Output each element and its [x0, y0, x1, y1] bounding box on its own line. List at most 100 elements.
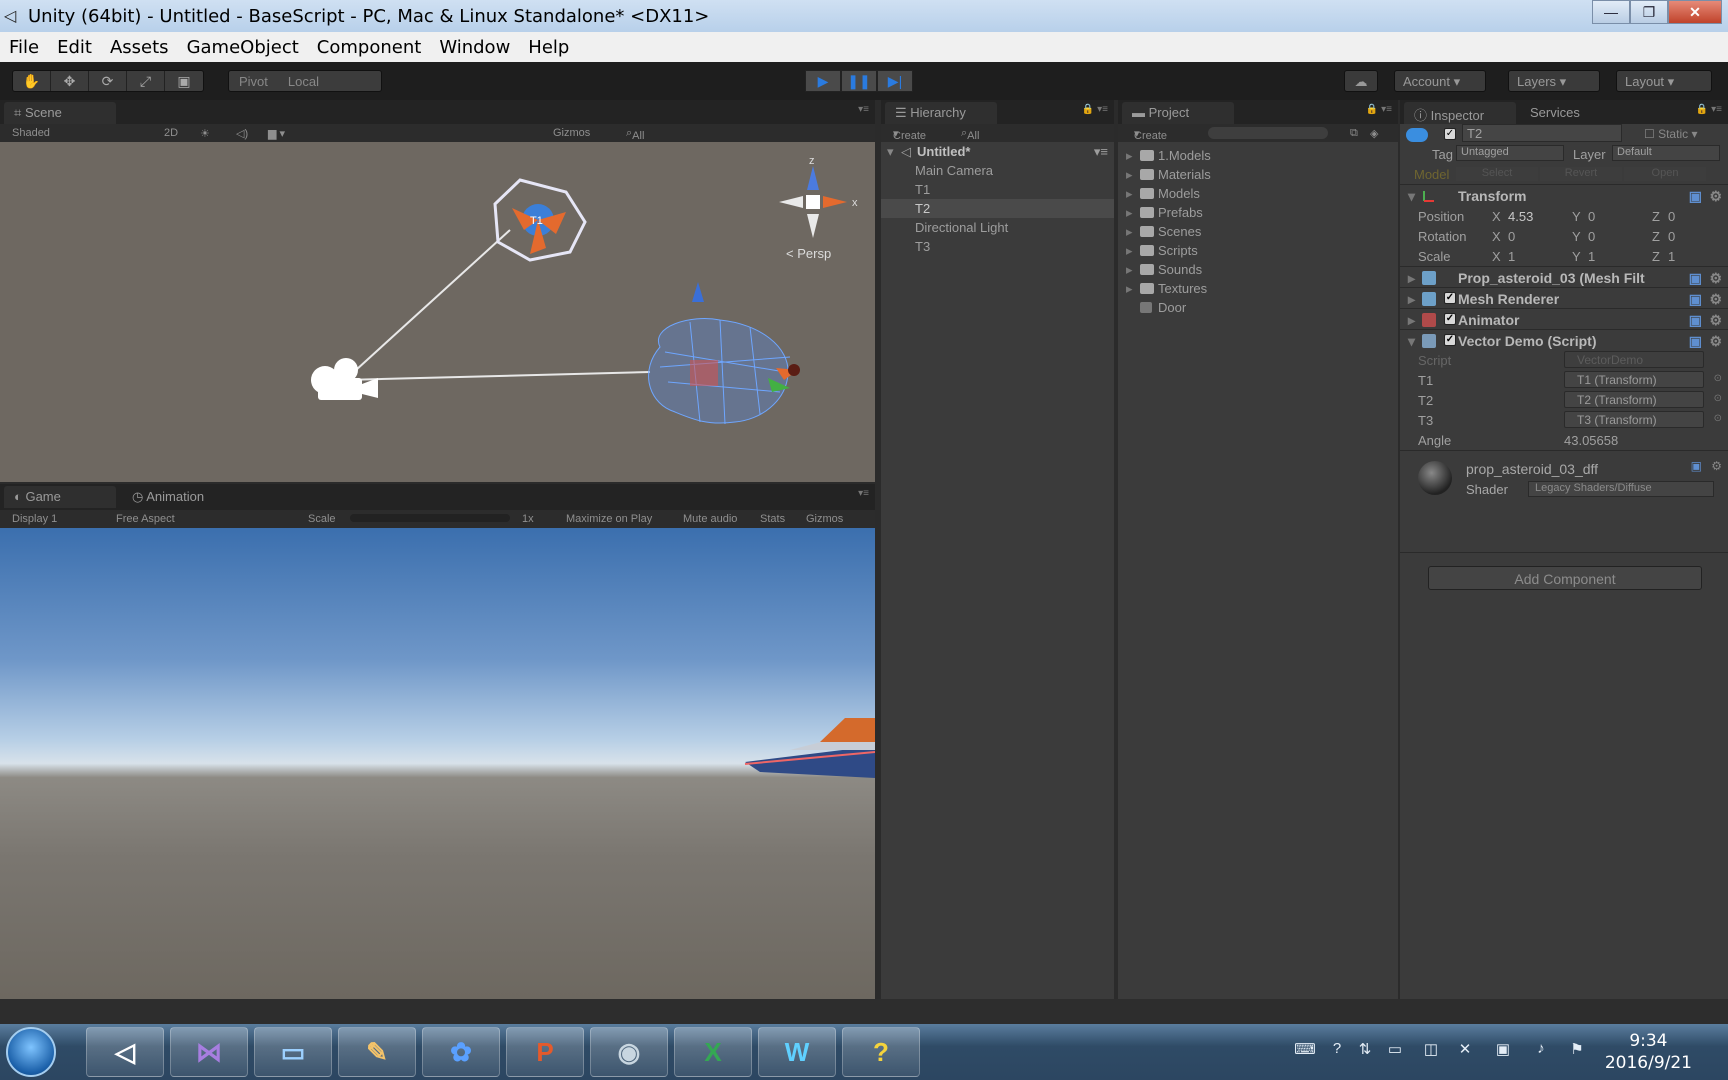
display-dropdown[interactable]: Display 1 — [12, 513, 57, 525]
list-item[interactable]: Main Camera — [881, 161, 1114, 180]
aspect-dropdown[interactable]: Free Aspect — [116, 513, 175, 525]
list-item[interactable]: T3 — [881, 237, 1114, 256]
settings-gear-icon[interactable]: ⚙ — [1709, 312, 1722, 329]
scale-z-field[interactable]: 1 — [1668, 249, 1675, 264]
list-item[interactable]: Directional Light — [881, 218, 1114, 237]
expand-arrow-icon[interactable]: ▸ — [1126, 186, 1133, 202]
rect-tool-icon[interactable]: ▣ — [165, 71, 203, 91]
folder-item[interactable]: ▸ Textures — [1118, 279, 1398, 298]
list-item-selected[interactable]: T2 — [881, 199, 1114, 218]
scale-tool-icon[interactable]: ⤢ — [127, 71, 165, 91]
collapse-arrow-icon[interactable]: ▾ — [1408, 188, 1415, 205]
animator-component-header[interactable]: ▸ ✓ Animator ▣ ⚙ — [1400, 308, 1728, 329]
model-select-button[interactable]: Select — [1456, 167, 1538, 181]
powerpoint-taskbar-icon[interactable]: P — [506, 1027, 584, 1077]
keyboard-tray-icon[interactable]: ⌨ — [1294, 1040, 1316, 1060]
object-picker-icon[interactable]: ⊙ — [1714, 393, 1722, 404]
t3-object-field[interactable]: T3 (Transform) — [1564, 411, 1704, 428]
help-icon[interactable]: ▣ — [1691, 459, 1702, 473]
settings-gear-icon[interactable]: ⚙ — [1709, 291, 1722, 308]
asset-item[interactable]: Door — [1118, 298, 1398, 317]
panel-menu-icon[interactable]: ▾≡ — [858, 104, 869, 115]
object-picker-icon[interactable]: ⊙ — [1714, 413, 1722, 424]
rotation-z-field[interactable]: 0 — [1668, 229, 1675, 244]
scale-slider[interactable] — [350, 514, 510, 522]
folder-item[interactable]: ▸ Scripts — [1118, 241, 1398, 260]
scale-y-field[interactable]: 1 — [1588, 249, 1595, 264]
object-name-field[interactable]: T2 — [1462, 124, 1622, 142]
x-tray-icon[interactable]: ✕ — [1454, 1040, 1476, 1060]
tab-inspector[interactable]: ⓘ Inspector — [1404, 102, 1516, 124]
help-tray-icon[interactable]: ? — [1326, 1040, 1348, 1060]
menu-edit[interactable]: Edit — [48, 37, 101, 58]
gizmos-dropdown[interactable]: Gizmos — [553, 127, 590, 139]
pause-icon[interactable]: ❚❚ — [841, 70, 877, 92]
model-open-button[interactable]: Open — [1624, 167, 1706, 181]
tab-animation[interactable]: ◷ Animation — [122, 486, 242, 508]
collapse-arrow-icon[interactable]: ▾ — [887, 144, 894, 160]
help-icon[interactable]: ▣ — [1689, 312, 1702, 329]
rotate-tool-icon[interactable]: ⟳ — [89, 71, 127, 91]
maximize-on-play-toggle[interactable]: Maximize on Play — [566, 513, 652, 525]
expand-arrow-icon[interactable]: ▸ — [1126, 262, 1133, 278]
list-item[interactable]: T1 — [881, 180, 1114, 199]
qq-taskbar-icon[interactable]: ✿ — [422, 1027, 500, 1077]
expand-arrow-icon[interactable]: ▸ — [1126, 167, 1133, 183]
tab-scene[interactable]: ⌗ Scene — [4, 102, 116, 124]
audio-toggle-icon[interactable]: ◁) — [236, 127, 248, 140]
volume-tray-icon[interactable]: ♪ — [1530, 1040, 1552, 1060]
mesh-filter-component-header[interactable]: ▸ Prop_asteroid_03 (Mesh Filt ▣ ⚙ — [1400, 266, 1728, 287]
hierarchy-lock-icon[interactable]: 🔒 ▾≡ — [1082, 104, 1108, 115]
add-component-button[interactable]: Add Component — [1428, 566, 1702, 590]
settings-gear-icon[interactable]: ⚙ — [1709, 333, 1722, 350]
computer-taskbar-icon[interactable]: ▭ — [254, 1027, 332, 1077]
stats-toggle[interactable]: Stats — [760, 513, 785, 525]
folder-item[interactable]: ▸ Scenes — [1118, 222, 1398, 241]
position-y-field[interactable]: 0 — [1588, 209, 1595, 224]
scene-menu-icon[interactable]: ▾≡ — [1094, 144, 1108, 160]
help-icon[interactable]: ▣ — [1689, 291, 1702, 308]
expand-arrow-icon[interactable]: ▸ — [1126, 224, 1133, 240]
rotation-y-field[interactable]: 0 — [1588, 229, 1595, 244]
tab-project[interactable]: ▬ Project — [1122, 102, 1234, 124]
folder-item[interactable]: ▸ Sounds — [1118, 260, 1398, 279]
start-button[interactable] — [6, 1027, 56, 1077]
play-icon[interactable]: ▶ — [805, 70, 841, 92]
app-tray-icon[interactable]: ◫ — [1420, 1040, 1442, 1060]
local-button[interactable]: Local — [278, 74, 329, 89]
expand-arrow-icon[interactable]: ▸ — [1408, 291, 1415, 308]
game-panel-menu-icon[interactable]: ▾≡ — [858, 488, 869, 499]
position-x-field[interactable]: 4.53 — [1508, 209, 1533, 224]
script-checkbox[interactable]: ✓ — [1444, 334, 1456, 346]
settings-gear-icon[interactable]: ⚙ — [1711, 459, 1722, 473]
menu-help[interactable]: Help — [519, 37, 578, 58]
project-lock-icon[interactable]: 🔒 ▾≡ — [1366, 104, 1392, 115]
menu-component[interactable]: Component — [308, 37, 431, 58]
settings-gear-icon[interactable]: ⚙ — [1709, 188, 1722, 205]
scene-viewport[interactable]: z x < Persp T1 — [0, 142, 875, 482]
static-toggle[interactable]: ☐ Static ▾ — [1644, 124, 1728, 144]
folder-item[interactable]: ▸ Models — [1118, 184, 1398, 203]
expand-arrow-icon[interactable]: ▸ — [1126, 205, 1133, 221]
layers-dropdown[interactable]: Layers ▾ — [1508, 70, 1600, 92]
menu-window[interactable]: Window — [430, 37, 519, 58]
filter-type-icon[interactable]: ⧉ — [1350, 127, 1358, 140]
system-clock[interactable]: 9:34 2016/9/21 — [1605, 1030, 1692, 1074]
lighting-toggle-icon[interactable]: ☀ — [200, 127, 210, 140]
layer-dropdown[interactable]: Default — [1612, 145, 1720, 161]
maximize-button[interactable]: ❐ — [1630, 0, 1668, 24]
vector-demo-component-header[interactable]: ▾ ✓ Vector Demo (Script) ▣ ⚙ — [1400, 329, 1728, 350]
t2-object-field[interactable]: T2 (Transform) — [1564, 391, 1704, 408]
flag-tray-icon[interactable]: ⚑ — [1566, 1040, 1588, 1060]
excel-taskbar-icon[interactable]: X — [674, 1027, 752, 1077]
position-z-field[interactable]: 0 — [1668, 209, 1675, 224]
paint-taskbar-icon[interactable]: ✎ — [338, 1027, 416, 1077]
rotation-x-field[interactable]: 0 — [1508, 229, 1515, 244]
help-icon[interactable]: ▣ — [1689, 333, 1702, 350]
collapse-arrow-icon[interactable]: ▾ — [1408, 333, 1415, 350]
animator-checkbox[interactable]: ✓ — [1444, 313, 1456, 325]
game-gizmos-dropdown[interactable]: Gizmos — [806, 513, 843, 525]
tab-hierarchy[interactable]: ☰ Hierarchy — [885, 102, 997, 124]
move-tool-icon[interactable]: ✥ — [51, 71, 89, 91]
folder-item[interactable]: ▸ 1.Models — [1118, 146, 1398, 165]
